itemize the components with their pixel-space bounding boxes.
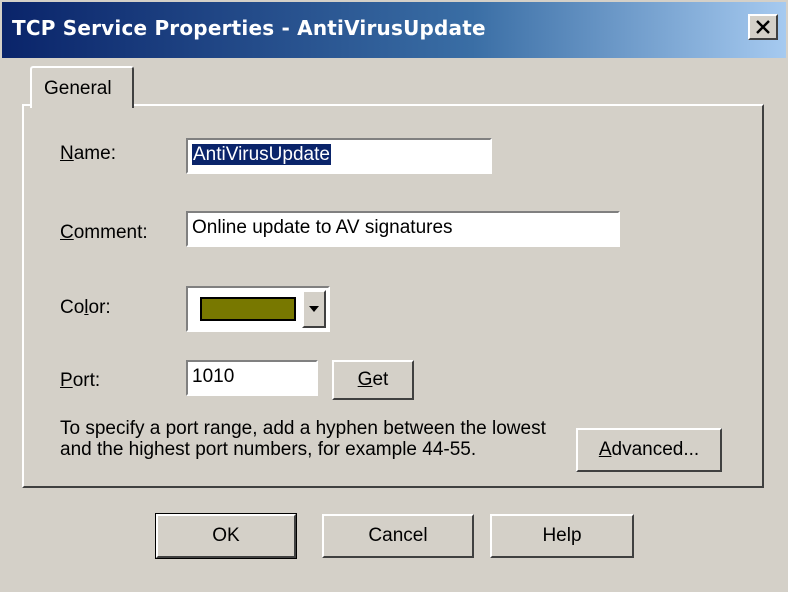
close-button[interactable] (748, 14, 778, 40)
port-label: Port: (60, 370, 101, 391)
name-label: Name: (60, 143, 116, 164)
color-dropdown-button[interactable] (302, 290, 326, 328)
port-field-value: 1010 (192, 366, 235, 387)
tcp-service-properties-dialog: TCP Service Properties - AntiVirusUpdate… (0, 0, 788, 592)
chevron-down-icon (309, 306, 319, 312)
cancel-button[interactable]: Cancel (322, 514, 474, 558)
window-title: TCP Service Properties - AntiVirusUpdate (12, 16, 486, 40)
advanced-button[interactable]: Advanced... (576, 428, 722, 472)
comment-label: Comment: (60, 222, 148, 243)
title-bar[interactable]: TCP Service Properties - AntiVirusUpdate (2, 2, 786, 58)
name-field[interactable]: AntiVirusUpdate (186, 138, 492, 174)
get-button[interactable]: Get (332, 360, 414, 400)
port-range-help-text: To specify a port range, add a hyphen be… (60, 418, 546, 460)
color-swatch (200, 297, 296, 321)
ok-button[interactable]: OK (155, 513, 297, 559)
color-label: Color: (60, 297, 111, 318)
comment-field[interactable]: Online update to AV signatures (186, 211, 620, 247)
tab-general[interactable]: General (30, 66, 134, 108)
close-icon (756, 20, 770, 34)
name-field-value: AntiVirusUpdate (192, 144, 331, 165)
port-field[interactable]: 1010 (186, 360, 318, 396)
tab-general-label: General (44, 78, 112, 99)
comment-field-value: Online update to AV signatures (192, 217, 453, 238)
color-select[interactable] (186, 286, 330, 332)
help-button[interactable]: Help (490, 514, 634, 558)
